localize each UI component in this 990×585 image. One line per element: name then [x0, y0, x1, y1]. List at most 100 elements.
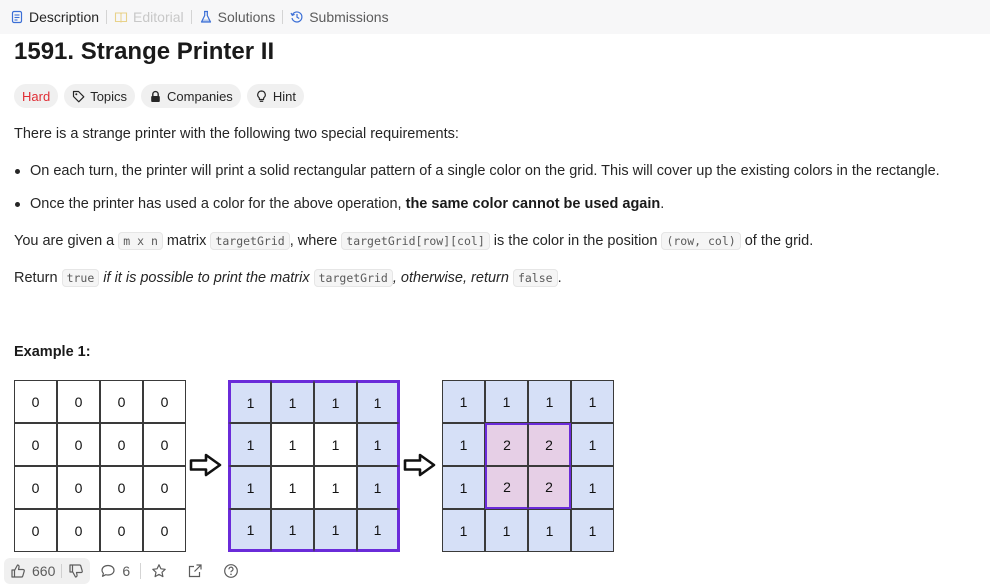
thumbs-up-icon[interactable]: [10, 563, 26, 579]
requirement-1: On each turn, the printer will print a s…: [30, 163, 940, 179]
tab-submissions[interactable]: Submissions: [290, 9, 389, 25]
tab-description[interactable]: Description: [10, 9, 99, 25]
inline-code: true: [61, 269, 100, 287]
grid-cell: 1: [228, 423, 271, 466]
grid-cell: 0: [14, 423, 57, 466]
tab-editorial[interactable]: Editorial: [114, 9, 184, 25]
inline-code: m x n: [118, 232, 163, 250]
book-icon: [114, 10, 128, 24]
text: Return: [14, 270, 62, 286]
grid-cell: 0: [57, 380, 100, 423]
grid-cell: 0: [57, 423, 100, 466]
topics-button[interactable]: Topics: [64, 84, 136, 108]
grid-cell: 1: [442, 509, 485, 552]
companies-label: Companies: [167, 88, 233, 104]
grid-cell: 2: [485, 466, 528, 509]
grid-cell: 1: [271, 423, 314, 466]
return-paragraph: Return true if it is possible to print t…: [14, 269, 562, 287]
italic-text: if it is possible to print the matrix: [99, 270, 314, 286]
thumbs-down-icon[interactable]: [68, 563, 84, 579]
tab-label: Editorial: [133, 9, 184, 25]
topics-label: Topics: [90, 88, 128, 104]
grid-cell: 1: [314, 509, 357, 552]
flask-icon: [199, 10, 213, 24]
grid-cell: 1: [485, 509, 528, 552]
grid-cell: 1: [357, 509, 400, 552]
lightbulb-icon: [255, 89, 268, 103]
example-grid-step1: 1111111111111111: [228, 380, 400, 552]
problem-title: 1591. Strange Printer II: [14, 38, 275, 65]
history-icon: [290, 10, 304, 24]
requirement-2-text: Once the printer has used a color for th…: [30, 196, 406, 212]
tab-label: Solutions: [217, 9, 276, 25]
footer-bar: 660 6: [0, 557, 990, 585]
grid-cell: 2: [485, 423, 528, 466]
italic-text: , otherwise, return: [392, 270, 513, 286]
requirement-2-bold: the same color cannot be used again: [405, 196, 661, 212]
arrow-right-icon: [189, 453, 222, 477]
grid-cell: 1: [357, 466, 400, 509]
bullet-dot: [15, 202, 20, 207]
grid-cell: 0: [57, 466, 100, 509]
grid-cell: 1: [528, 380, 571, 423]
hint-label: Hint: [272, 88, 296, 104]
requirement-2-end: .: [660, 196, 665, 212]
grid-cell: 1: [571, 423, 614, 466]
grid-cell: 1: [357, 380, 400, 423]
text: You are given a: [14, 233, 119, 249]
tab-label: Description: [29, 9, 100, 25]
arrow-right-icon: [403, 453, 436, 477]
text: , where: [289, 233, 342, 249]
grid-cell: 0: [14, 466, 57, 509]
description-icon: [10, 10, 24, 24]
problem-tags: Hard Topics Companies Hint: [14, 84, 304, 108]
grid-cell: 0: [100, 466, 143, 509]
grid-cell: 1: [271, 380, 314, 423]
requirement-2: Once the printer has used a color for th…: [30, 196, 664, 212]
example-title: Example 1:: [14, 344, 91, 360]
example-grid-step2: 1111122112211111: [442, 380, 614, 552]
text: .: [557, 270, 562, 286]
inline-code: targetGrid[row][col]: [341, 232, 490, 250]
bullet-dot: [15, 169, 20, 174]
grid-cell: 0: [143, 466, 186, 509]
tab-divider: [106, 10, 108, 24]
grid-cell: 0: [143, 509, 186, 552]
help-icon[interactable]: [223, 563, 239, 579]
lock-icon: [149, 90, 162, 103]
grid-cell: 0: [14, 509, 57, 552]
grid-cell: 1: [314, 466, 357, 509]
grid-cell: 1: [271, 466, 314, 509]
grid-cell: 0: [143, 380, 186, 423]
grid-cell: 0: [14, 380, 57, 423]
grid-cell: 1: [228, 380, 271, 423]
comments-count: 6: [122, 563, 131, 579]
tag-icon: [72, 90, 85, 103]
star-icon[interactable]: [151, 563, 167, 579]
grid-cell: 1: [228, 466, 271, 509]
tab-divider: [190, 10, 192, 24]
grid-cell: 1: [228, 509, 271, 552]
given-paragraph: You are given a m x n matrix targetGrid,…: [14, 232, 813, 250]
grid-cell: 0: [100, 380, 143, 423]
description-intro: There is a strange printer with the foll…: [14, 126, 459, 142]
hint-button[interactable]: Hint: [246, 84, 304, 108]
grid-cell: 1: [442, 423, 485, 466]
grid-cell: 1: [314, 380, 357, 423]
companies-button[interactable]: Companies: [141, 84, 241, 108]
grid-cell: 1: [571, 466, 614, 509]
grid-cell: 2: [528, 423, 571, 466]
tab-solutions[interactable]: Solutions: [199, 9, 276, 25]
tab-bar: Description Editorial Solutions Submissi…: [0, 0, 990, 34]
comment-icon[interactable]: [100, 563, 116, 579]
grid-cell: 2: [528, 466, 571, 509]
example-grid-initial: 0000000000000000: [14, 380, 186, 552]
share-icon[interactable]: [187, 563, 203, 579]
grid-cell: 1: [571, 509, 614, 552]
tab-divider: [282, 10, 284, 24]
vote-box: 660: [4, 558, 91, 584]
inline-code: (row, col): [661, 232, 741, 250]
inline-code: false: [512, 269, 558, 287]
grid-cell: 1: [442, 380, 485, 423]
inline-code: targetGrid: [210, 232, 290, 250]
